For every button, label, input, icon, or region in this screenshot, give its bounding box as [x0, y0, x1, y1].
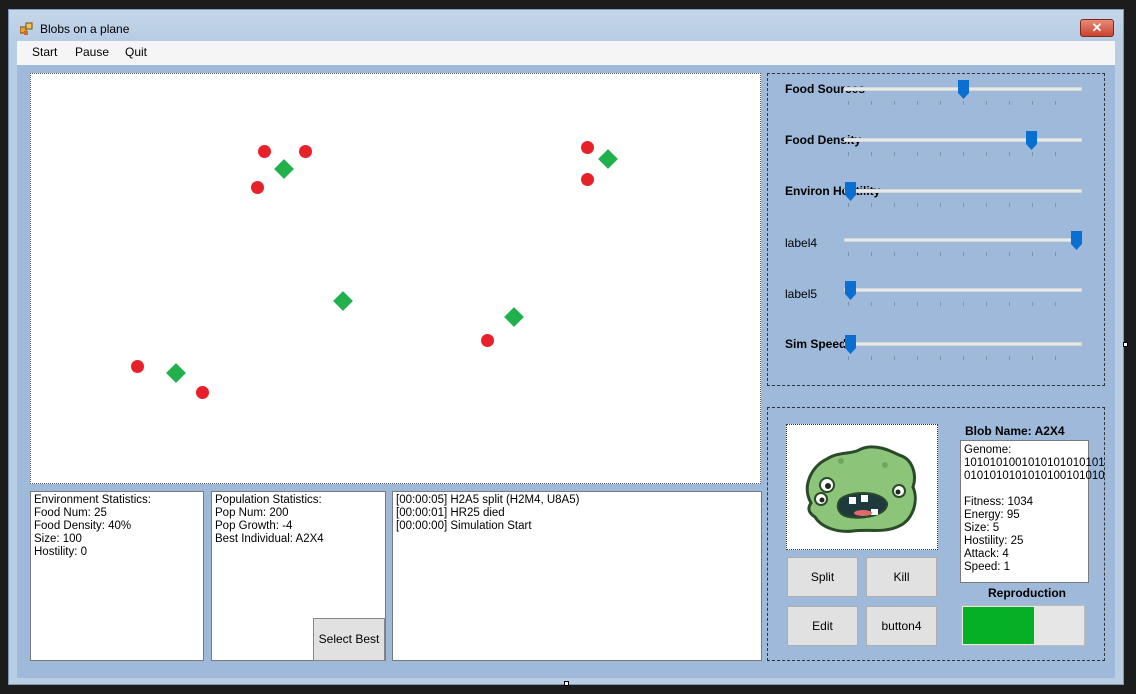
- menu-pause[interactable]: Pause: [75, 45, 109, 59]
- select-best-button[interactable]: Select Best: [313, 618, 385, 661]
- food-dot: [581, 141, 594, 154]
- environment-stat-line: Food Density: 40%: [34, 520, 132, 532]
- slider-ticks: [848, 152, 1078, 156]
- event-log[interactable]: [00:00:05] H2A5 split (H2M4, U8A5) [00:0…: [392, 491, 762, 661]
- genome-label: Genome:: [964, 444, 1012, 456]
- environment-stats-box: Environment Statistics: Food Num: 25 Foo…: [30, 491, 204, 661]
- blob-stat-energy: Energy: 95: [964, 509, 1020, 521]
- food-dot: [481, 334, 494, 347]
- food-dot: [196, 386, 209, 399]
- environ-hostility-slider[interactable]: [845, 182, 856, 201]
- slider-label-sim-speed: Sim Speed: [785, 337, 847, 351]
- food-density-slider[interactable]: [1025, 131, 1037, 150]
- slider-track: [844, 288, 1082, 292]
- blob-name-label: Blob Name: A2X4: [965, 424, 1065, 438]
- slider-track: [844, 238, 1082, 242]
- food-dot: [581, 173, 594, 186]
- slider-ticks: [848, 101, 1078, 105]
- blob-marker[interactable]: [598, 149, 618, 169]
- genome-line: 1010101001010101010101: [964, 457, 1105, 469]
- close-icon: ✕: [1091, 20, 1103, 35]
- genome-line: 0101010101010100101010: [964, 470, 1105, 482]
- split-button[interactable]: Split: [787, 557, 858, 597]
- app-window: Blobs on a plane ✕ Start Pause Quit Envi…: [8, 9, 1124, 685]
- log-entry: [00:00:01] HR25 died: [396, 507, 505, 519]
- slider-track: [844, 189, 1082, 193]
- log-entry: [00:00:05] H2A5 split (H2M4, U8A5): [396, 494, 580, 506]
- food-dot: [251, 181, 264, 194]
- blob-marker[interactable]: [333, 291, 353, 311]
- reproduction-progress-fill: [963, 607, 1034, 644]
- reproduction-label: Reproduction: [988, 586, 1066, 600]
- population-stat-line: Pop Num: 200: [215, 507, 289, 519]
- resize-handle[interactable]: [564, 681, 569, 686]
- environment-controls-group: Food Sources Food Density Environ Hostil…: [767, 73, 1105, 386]
- slider-track: [844, 138, 1082, 142]
- menu-start[interactable]: Start: [32, 45, 57, 59]
- log-entry: [00:00:00] Simulation Start: [396, 520, 532, 532]
- blob-stat-attack: Attack: 4: [964, 548, 1009, 560]
- blob-marker[interactable]: [504, 307, 524, 327]
- blob-stat-speed: Speed: 1: [964, 561, 1011, 573]
- edit-button[interactable]: Edit: [787, 606, 858, 646]
- slider-track: [844, 342, 1082, 346]
- population-stats-heading: Population Statistics:: [215, 494, 322, 506]
- slider-ticks: [848, 252, 1078, 256]
- window-title: Blobs on a plane: [40, 22, 130, 36]
- resize-handle[interactable]: [1123, 342, 1128, 347]
- client-area: Start Pause Quit Environment Statistics:…: [17, 41, 1115, 678]
- blob-marker[interactable]: [274, 159, 294, 179]
- population-stat-line: Best Individual: A2X4: [215, 533, 324, 545]
- population-stat-line: Pop Growth: -4: [215, 520, 293, 532]
- reproduction-progress-bar: [961, 605, 1085, 646]
- menu-bar: Start Pause Quit: [17, 41, 1115, 65]
- blob-details-group: Blob Name: A2X4 Genome: 1010101001010101…: [767, 407, 1105, 661]
- slider-ticks: [848, 356, 1078, 360]
- environment-stat-line: Food Num: 25: [34, 507, 107, 519]
- kill-button[interactable]: Kill: [866, 557, 937, 597]
- label4-slider[interactable]: [1071, 231, 1082, 250]
- slider-ticks: [848, 203, 1078, 207]
- menu-quit[interactable]: Quit: [125, 45, 147, 59]
- app-icon: [20, 22, 33, 35]
- simulation-canvas[interactable]: [30, 73, 761, 484]
- close-button[interactable]: ✕: [1080, 19, 1114, 37]
- blob-stat-hostility: Hostility: 25: [964, 535, 1024, 547]
- food-dot: [299, 145, 312, 158]
- blob-stat-size: Size: 5: [964, 522, 1000, 534]
- green-blob-monster-icon: [805, 445, 917, 533]
- blob-stat-fitness: Fitness: 1034: [964, 496, 1034, 508]
- slider-label-label5: label5: [785, 287, 818, 301]
- slider-ticks: [848, 302, 1078, 306]
- environment-stats-heading: Environment Statistics:: [34, 494, 151, 506]
- environment-stat-line: Hostility: 0: [34, 546, 88, 558]
- food-dot: [131, 360, 144, 373]
- food-dot: [258, 145, 271, 158]
- blob-info-box: Genome: 1010101001010101010101 010101010…: [960, 440, 1105, 583]
- label5-slider[interactable]: [845, 281, 856, 300]
- environment-stat-line: Size: 100: [34, 533, 82, 545]
- slider-label-label4: label4: [785, 236, 818, 250]
- blob-avatar: [786, 424, 938, 550]
- button4[interactable]: button4: [866, 606, 937, 646]
- title-bar: Blobs on a plane ✕: [9, 10, 1123, 41]
- blob-marker[interactable]: [166, 363, 186, 383]
- sim-speed-slider[interactable]: [845, 335, 856, 354]
- food-sources-slider[interactable]: [958, 80, 969, 99]
